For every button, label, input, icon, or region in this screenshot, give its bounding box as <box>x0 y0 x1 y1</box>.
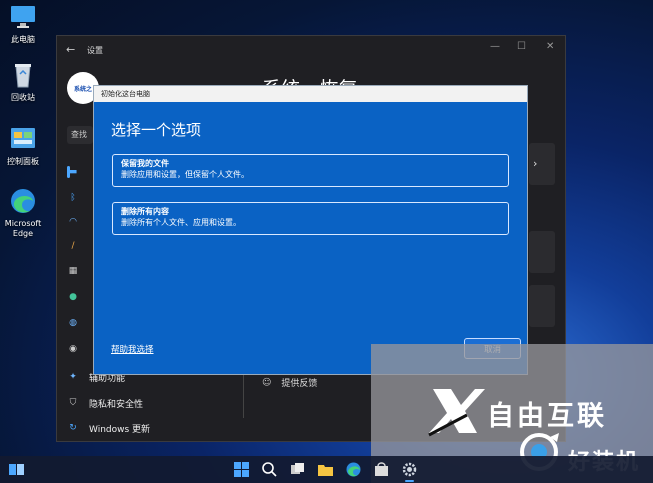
keep-files-option[interactable]: 保留我的文件 删除应用和设置，但保留个人文件。 <box>112 154 509 187</box>
desktop-icon-recycle-bin[interactable]: 回收站 <box>0 60 46 103</box>
maximize-icon[interactable]: ☐ <box>517 41 526 52</box>
desktop-icon-edge[interactable]: Microsoft Edge <box>0 186 46 239</box>
dialog-titlebar: 初始化这台电脑 <box>94 86 527 102</box>
store-icon[interactable] <box>373 461 390 478</box>
sidebar-item-windows-update[interactable]: ↻ Windows 更新 <box>67 418 247 438</box>
back-arrow-icon[interactable]: ← <box>66 43 75 56</box>
globe-icon: ◍ <box>69 318 77 328</box>
wifi-icon: ◠ <box>69 217 77 227</box>
taskbar <box>0 456 653 483</box>
option-title: 删除所有内容 <box>121 207 169 216</box>
desktop-icon-label: Microsoft Edge <box>4 219 42 238</box>
desktop-icon-label: 控制面板 <box>7 157 39 166</box>
settings-card[interactable] <box>529 231 555 273</box>
task-view-icon[interactable] <box>289 461 306 478</box>
file-explorer-icon[interactable] <box>317 461 334 478</box>
bluetooth-icon: ᛒ <box>70 193 76 203</box>
watermark-x-logo <box>428 389 485 437</box>
help-me-choose-link[interactable]: 帮助我选择 <box>111 343 154 355</box>
desktop-icon-label: 回收站 <box>11 93 35 102</box>
feedback-label: 提供反馈 <box>281 379 318 389</box>
desktop-icon-control-panel[interactable]: 控制面板 <box>0 124 46 167</box>
update-icon: ↻ <box>69 423 77 433</box>
monitor-icon: ▬ <box>68 167 78 177</box>
watermark-brand-1: 自由互联 <box>487 401 607 432</box>
reset-pc-dialog: 初始化这台电脑 选择一个选项 保留我的文件 删除应用和设置，但保留个人文件。 删… <box>93 85 528 375</box>
gamepad-icon: ◉ <box>69 344 77 354</box>
monitor-icon <box>11 6 35 28</box>
widgets-icon[interactable] <box>8 461 25 478</box>
edge-icon <box>11 189 35 213</box>
settings-gear-icon[interactable] <box>401 461 418 478</box>
active-app-indicator <box>405 480 414 482</box>
minimize-icon[interactable]: — <box>490 41 500 52</box>
avatar-text: 系统之 <box>73 85 92 93</box>
option-title: 保留我的文件 <box>121 159 169 168</box>
settings-card[interactable] <box>529 285 555 327</box>
sidebar-item-privacy[interactable]: ⛉ 隐私和安全性 <box>67 393 247 413</box>
chevron-right-icon: › <box>533 157 538 170</box>
option-description: 删除所有个人文件、应用和设置。 <box>121 218 241 227</box>
settings-title: 设置 <box>87 46 103 55</box>
desktop-icon-this-pc[interactable]: 此电脑 <box>0 2 46 45</box>
recycle-bin-icon <box>15 64 31 88</box>
dialog-title: 初始化这台电脑 <box>101 90 150 98</box>
remove-everything-option[interactable]: 删除所有内容 删除所有个人文件、应用和设置。 <box>112 202 509 235</box>
dialog-heading: 选择一个选项 <box>111 121 202 139</box>
close-icon[interactable]: ✕ <box>546 41 554 52</box>
settings-titlebar[interactable]: ← 设置 — ☐ ✕ <box>57 36 565 64</box>
divider <box>243 374 244 418</box>
person-icon: ● <box>69 292 77 302</box>
option-description: 删除应用和设置，但保留个人文件。 <box>121 170 249 179</box>
shield-icon: ⛉ <box>69 398 77 408</box>
search-icon[interactable] <box>261 461 278 478</box>
apps-icon: ▦ <box>68 266 78 276</box>
edge-icon[interactable] <box>345 461 362 478</box>
brush-icon: / <box>71 241 75 251</box>
feedback-icon: ☺ <box>262 377 272 388</box>
search-input[interactable]: 查找 <box>67 126 93 144</box>
desktop-icon-label: 此电脑 <box>11 35 35 44</box>
control-panel-icon <box>11 128 35 148</box>
accessibility-icon: ✦ <box>69 372 77 382</box>
feedback-link[interactable]: ☺ 提供反馈 <box>262 376 318 390</box>
start-icon[interactable] <box>233 461 250 478</box>
